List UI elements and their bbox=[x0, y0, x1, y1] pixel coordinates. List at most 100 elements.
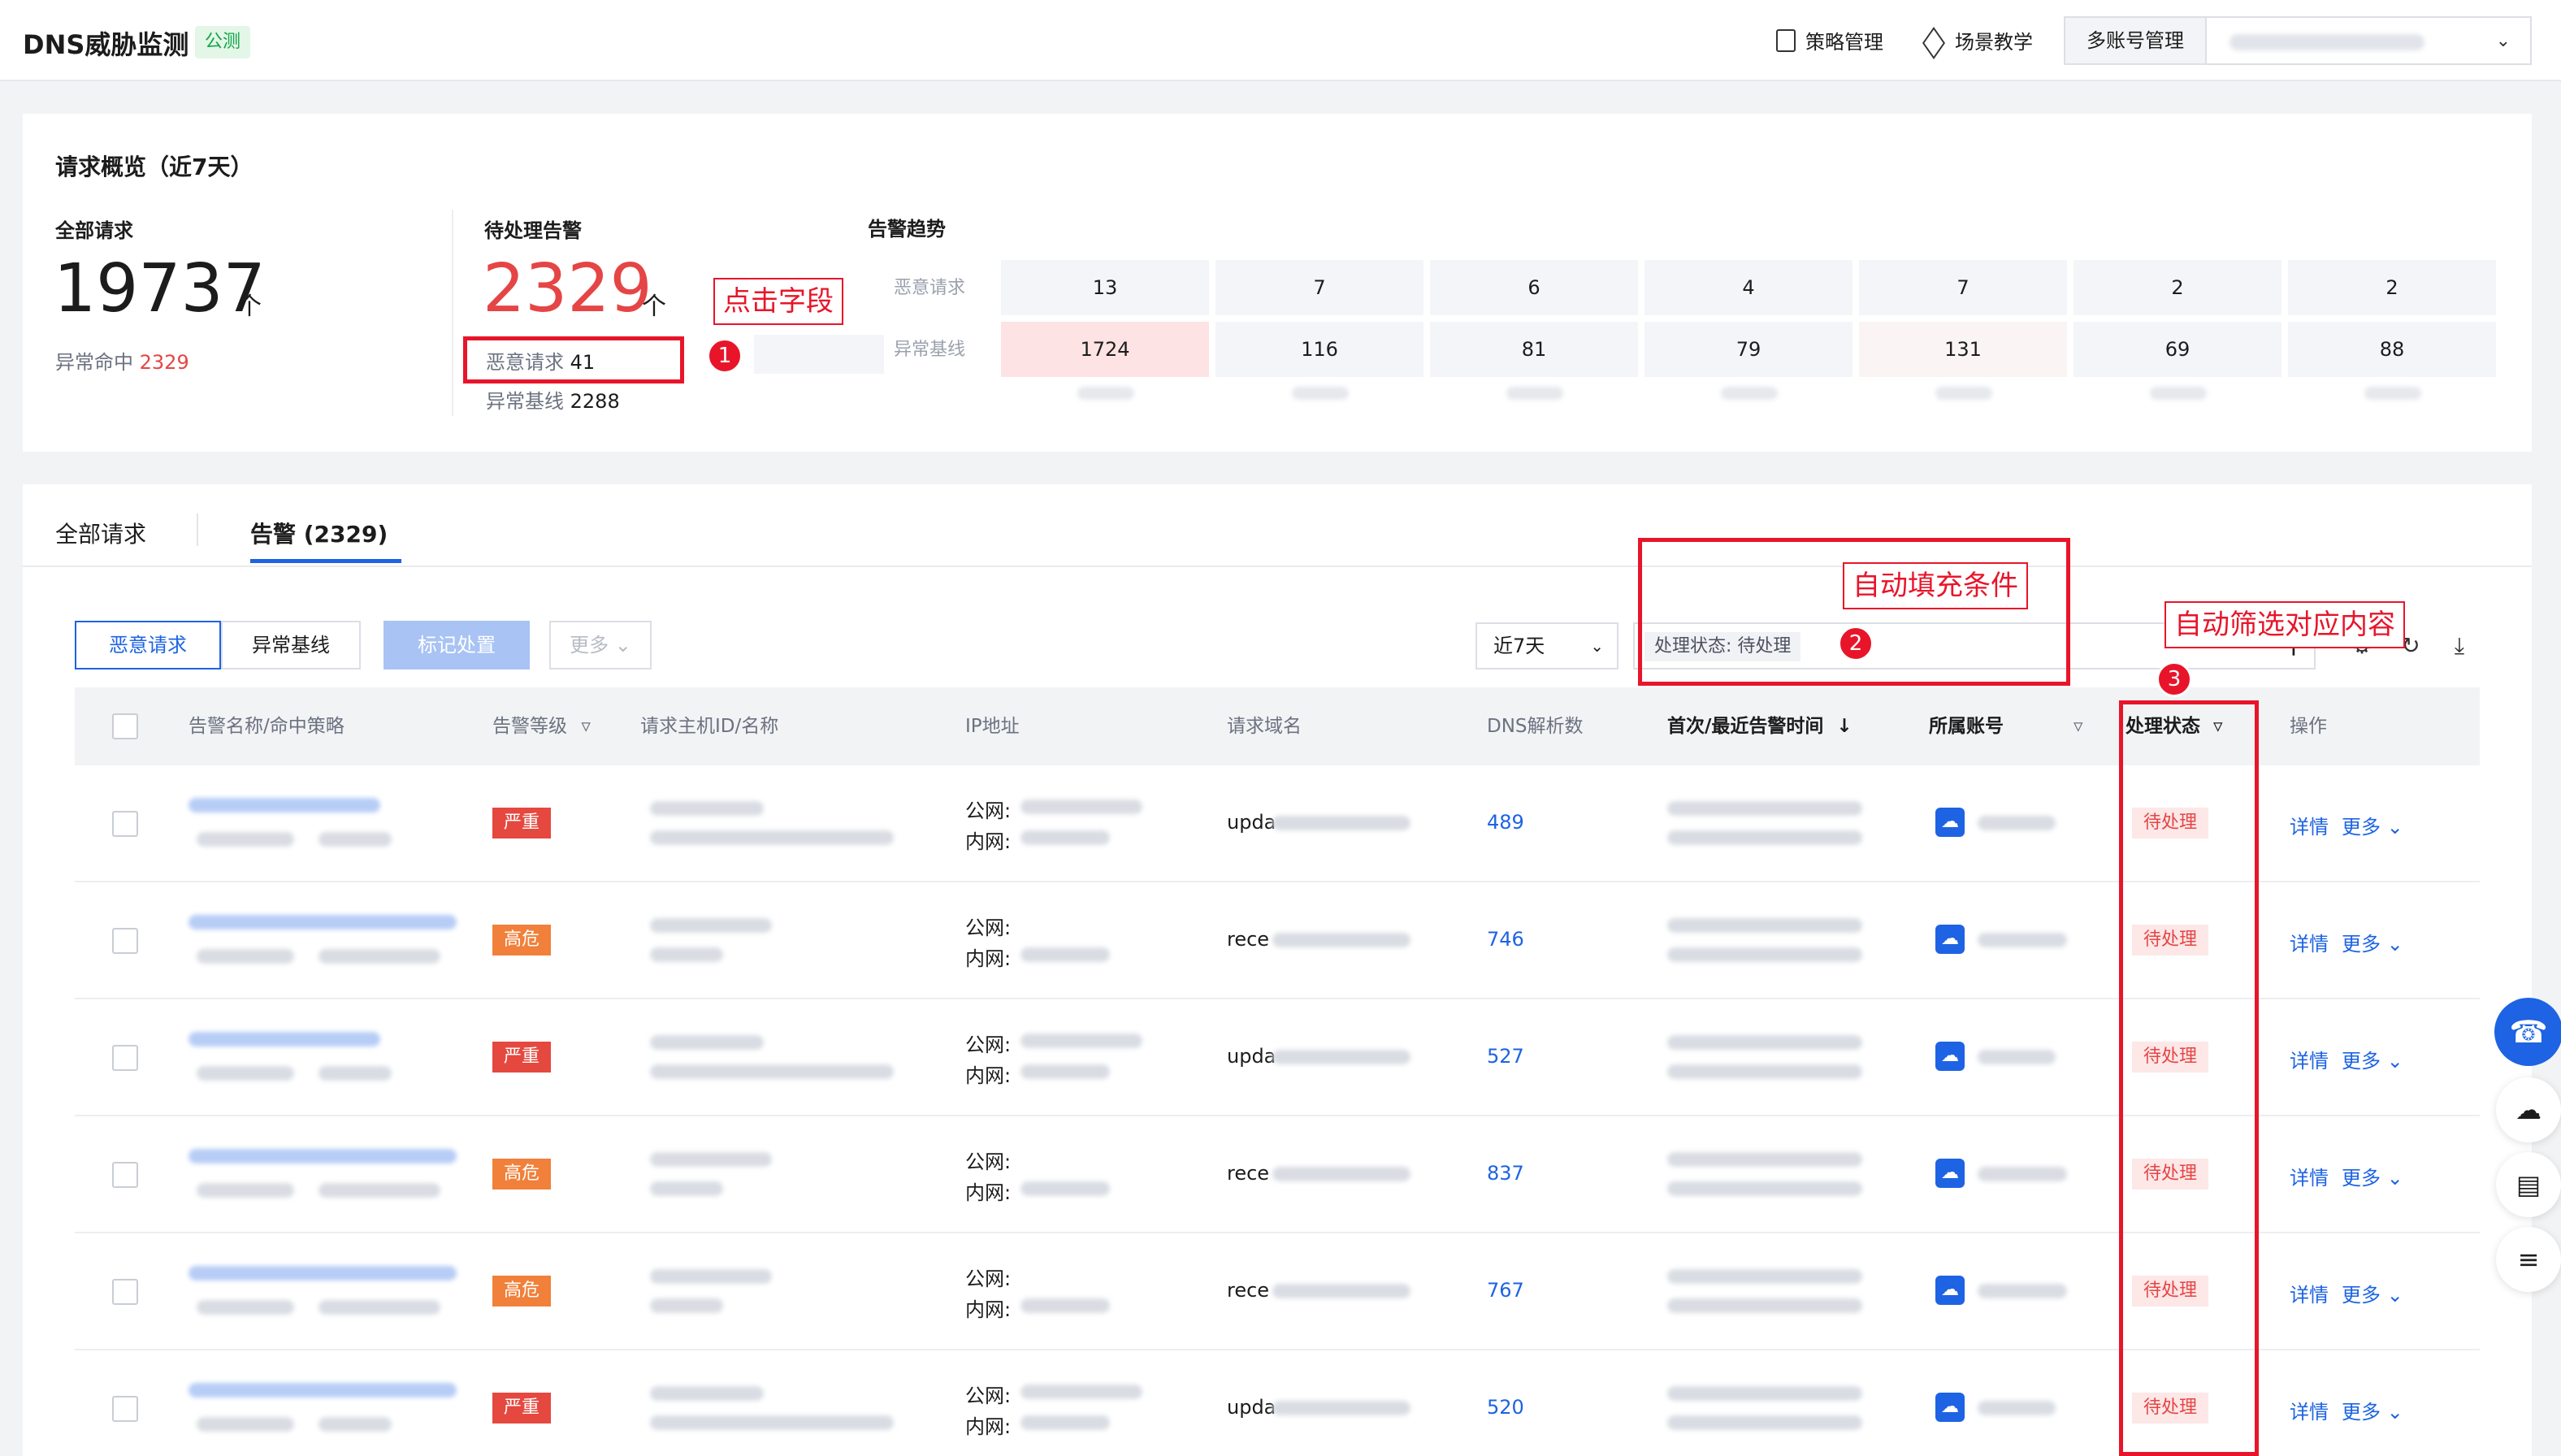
row-checkbox[interactable] bbox=[112, 1396, 138, 1422]
book-icon[interactable]: ▤ bbox=[2496, 1152, 2561, 1217]
ip-private-label: 内网: bbox=[965, 1298, 1012, 1321]
trend-cell: 2 bbox=[2288, 260, 2496, 315]
tab-active-indicator bbox=[250, 559, 401, 563]
alert-name-link-redacted[interactable] bbox=[188, 1032, 380, 1046]
more-dropdown[interactable]: 更多 ⌄ bbox=[2342, 1396, 2403, 1424]
host-id-redacted bbox=[650, 1386, 764, 1401]
alert-name-link-redacted[interactable] bbox=[188, 1383, 457, 1398]
ip-public-label: 公网: bbox=[965, 1150, 1012, 1173]
more-actions-button[interactable]: 更多 ⌄ bbox=[549, 621, 652, 670]
dns-count-link[interactable]: 837 bbox=[1487, 1162, 1524, 1185]
more-label: 更多 bbox=[2342, 1284, 2381, 1306]
dns-count-link[interactable]: 520 bbox=[1487, 1396, 1524, 1419]
dns-count-link[interactable]: 489 bbox=[1487, 811, 1524, 834]
row-checkbox[interactable] bbox=[112, 928, 138, 954]
more-dropdown[interactable]: 更多 ⌄ bbox=[2342, 811, 2403, 839]
baseline-stat[interactable]: 异常基线 2288 bbox=[486, 385, 620, 414]
more-label: 更多 bbox=[2342, 933, 2381, 956]
dns-count-link[interactable]: 767 bbox=[1487, 1279, 1524, 1302]
more-label: 更多 bbox=[2342, 1050, 2381, 1072]
alert-name-link-redacted[interactable] bbox=[188, 798, 380, 812]
cloud-icon[interactable]: ☁ bbox=[2496, 1077, 2561, 1142]
policy-redacted bbox=[318, 1183, 440, 1198]
time-redacted bbox=[1667, 1415, 1862, 1430]
detail-link[interactable]: 详情 bbox=[2290, 1162, 2329, 1190]
col-level[interactable]: 告警等级 ▿ bbox=[492, 687, 591, 765]
chevron-down-icon: ⌄ bbox=[1590, 636, 1604, 656]
list-icon[interactable]: ≡ bbox=[2496, 1227, 2561, 1292]
trend-cell: 1724 bbox=[1001, 322, 1209, 377]
support-icon[interactable]: ☎ bbox=[2494, 998, 2561, 1066]
anomaly-hit-label: 异常命中 bbox=[55, 351, 133, 374]
request-domain: rece bbox=[1227, 1162, 1270, 1185]
chevron-down-icon: ⌄ bbox=[2386, 816, 2403, 838]
more-dropdown[interactable]: 更多 ⌄ bbox=[2342, 1162, 2403, 1190]
host-id-redacted bbox=[650, 801, 764, 816]
col-level-label: 告警等级 bbox=[492, 716, 567, 737]
top-header: DNS威胁监测 公测 策略管理 场景教学 多账号管理 ⌄ bbox=[0, 0, 2561, 81]
trend-cell: 81 bbox=[1430, 322, 1638, 377]
account-select[interactable]: ⌄ bbox=[2207, 16, 2532, 65]
sort-down-icon[interactable]: ↓ bbox=[1836, 716, 1852, 737]
ip-private-label: 内网: bbox=[965, 1181, 1012, 1204]
detail-link[interactable]: 详情 bbox=[2290, 811, 2329, 839]
malicious-request-filter-button[interactable]: 恶意请求 bbox=[75, 621, 221, 670]
total-requests-unit: 个 bbox=[237, 292, 262, 321]
tab-all-requests[interactable]: 全部请求 bbox=[55, 517, 146, 549]
request-domain: upda bbox=[1227, 1396, 1276, 1419]
row-checkbox[interactable] bbox=[112, 1162, 138, 1188]
select-all-checkbox[interactable] bbox=[112, 713, 138, 739]
time-range-select[interactable]: 近7天 ⌄ bbox=[1476, 622, 1618, 670]
more-dropdown[interactable]: 更多 ⌄ bbox=[2342, 1045, 2403, 1073]
ip-redacted bbox=[1020, 1064, 1110, 1079]
tutorial-link[interactable]: 场景教学 bbox=[1922, 26, 2033, 54]
more-actions-label: 更多 bbox=[570, 634, 609, 656]
trend-cell: 7 bbox=[1859, 260, 2067, 315]
time-redacted bbox=[1667, 1269, 1862, 1284]
host-name-redacted bbox=[650, 830, 894, 845]
mark-handled-button[interactable]: 标记处置 bbox=[384, 621, 530, 670]
tutorial-icon bbox=[1922, 32, 1945, 50]
trend-cell: 79 bbox=[1644, 322, 1852, 377]
dns-count-link[interactable]: 527 bbox=[1487, 1045, 1524, 1068]
baseline-value[interactable]: 2288 bbox=[570, 390, 620, 413]
alert-name-link-redacted[interactable] bbox=[188, 1149, 457, 1164]
chevron-down-icon: ⌄ bbox=[2386, 1167, 2403, 1190]
policy-manage-link[interactable]: 策略管理 bbox=[1776, 26, 1883, 54]
baseline-filter-button[interactable]: 异常基线 bbox=[221, 621, 361, 670]
detail-link[interactable]: 详情 bbox=[2290, 1045, 2329, 1073]
total-requests-label: 全部请求 bbox=[55, 219, 133, 242]
col-alert-time[interactable]: 首次/最近告警时间 ↓ bbox=[1667, 687, 1852, 765]
detail-link[interactable]: 详情 bbox=[2290, 928, 2329, 956]
policy-redacted bbox=[318, 832, 392, 847]
trend-date-redacted bbox=[1721, 387, 1778, 400]
trend-row-malicious-label: 恶意请求 bbox=[894, 278, 966, 298]
col-dns-count: DNS解析数 bbox=[1487, 716, 1584, 737]
more-dropdown[interactable]: 更多 ⌄ bbox=[2342, 928, 2403, 956]
host-name-redacted bbox=[650, 1064, 894, 1079]
row-checkbox[interactable] bbox=[112, 811, 138, 837]
time-redacted bbox=[1667, 830, 1862, 845]
alert-name-link-redacted[interactable] bbox=[188, 1266, 457, 1280]
account-filter-icon[interactable]: ▿ bbox=[2074, 687, 2083, 765]
detail-link[interactable]: 详情 bbox=[2290, 1279, 2329, 1307]
severity-badge: 高危 bbox=[492, 1276, 552, 1306]
account-redacted bbox=[1978, 1050, 2056, 1064]
multi-account-button[interactable]: 多账号管理 bbox=[2064, 16, 2207, 65]
alert-name-link-redacted[interactable] bbox=[188, 915, 457, 930]
more-dropdown[interactable]: 更多 ⌄ bbox=[2342, 1279, 2403, 1307]
time-redacted bbox=[1667, 1152, 1862, 1167]
total-requests-value: 19737 bbox=[54, 250, 266, 327]
col-ip: IP地址 bbox=[965, 716, 1020, 737]
row-checkbox[interactable] bbox=[112, 1045, 138, 1071]
detail-link[interactable]: 详情 bbox=[2290, 1396, 2329, 1424]
download-icon[interactable]: ⤓ bbox=[2446, 632, 2473, 660]
tab-alerts[interactable]: 告警 (2329) bbox=[250, 517, 388, 549]
cloud-icon: ☁ bbox=[1935, 1393, 1965, 1422]
anomaly-hit-value[interactable]: 2329 bbox=[140, 351, 189, 374]
severity-badge: 严重 bbox=[492, 1393, 552, 1424]
row-checkbox[interactable] bbox=[112, 1279, 138, 1305]
dns-count-link[interactable]: 746 bbox=[1487, 928, 1524, 951]
filter-icon[interactable]: ▿ bbox=[581, 716, 591, 737]
account-name-redacted bbox=[2230, 34, 2424, 50]
